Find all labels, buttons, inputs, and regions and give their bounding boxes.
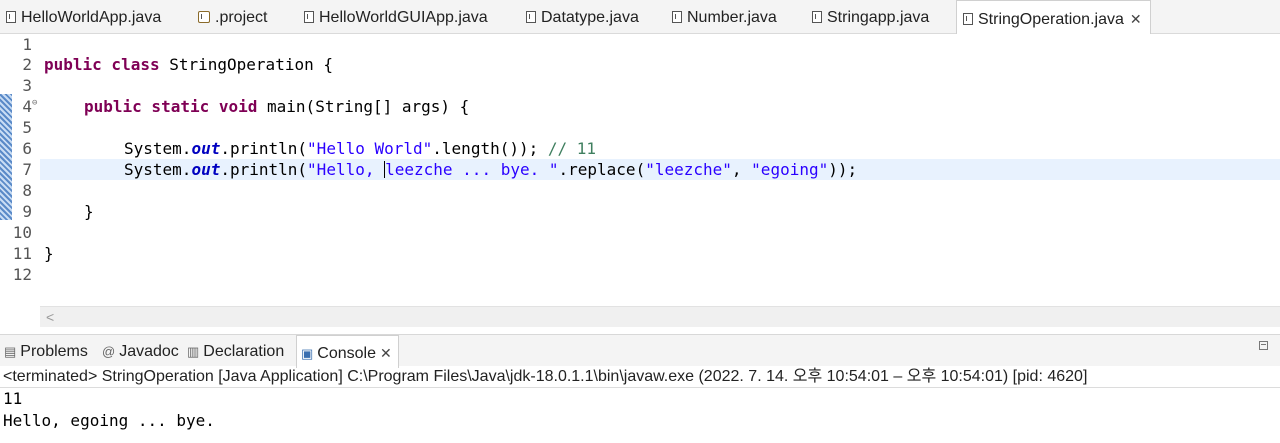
- tab-label: StringOperation.java: [978, 11, 1124, 28]
- console-status: <terminated> StringOperation [Java Appli…: [0, 366, 1280, 388]
- line-number-gutter: 1 2 3 4 5 6 7 8 9 10 11 12 ⊖: [0, 34, 40, 304]
- line-number: 12: [12, 265, 32, 284]
- horizontal-scrollbar[interactable]: <: [40, 306, 1280, 327]
- line-number: 10: [12, 223, 32, 242]
- declaration-icon: ▥: [187, 344, 200, 359]
- close-icon[interactable]: ✕: [380, 345, 392, 361]
- tab-datatype[interactable]: Datatype.java: [526, 0, 639, 34]
- at-icon: @: [102, 344, 116, 359]
- code-editor[interactable]: 1 2 3 4 5 6 7 8 9 10 11 12 ⊖ public clas…: [0, 34, 1280, 304]
- code-line-2: public class StringOperation {: [44, 55, 333, 74]
- problems-icon: ▤: [4, 344, 17, 359]
- tab-project[interactable]: .project: [198, 0, 267, 34]
- line-number: 6: [22, 139, 32, 158]
- tab-declaration[interactable]: ▥ Declaration: [187, 335, 284, 367]
- tab-stringapp[interactable]: Stringapp.java: [812, 0, 929, 34]
- java-file-icon: [812, 11, 822, 23]
- code-line-11: }: [44, 244, 54, 263]
- line-number: 8: [22, 181, 32, 200]
- close-icon[interactable]: ✕: [1130, 11, 1142, 27]
- tab-label: Stringapp.java: [827, 9, 930, 26]
- java-file-icon: [526, 11, 536, 23]
- line-number: 3: [22, 76, 32, 95]
- tab-number[interactable]: Number.java: [672, 0, 777, 34]
- tab-helloworldapp[interactable]: HelloWorldApp.java: [6, 0, 161, 34]
- code-line-7: System.out.println("Hello, leezche ... b…: [124, 160, 858, 179]
- java-file-icon: [304, 11, 314, 23]
- scroll-left-icon[interactable]: <: [46, 307, 54, 327]
- console-output-line: Hello, egoing ... bye.: [3, 411, 215, 430]
- tab-label: .project: [215, 9, 268, 26]
- tab-javadoc[interactable]: @ Javadoc: [102, 335, 179, 367]
- editor-tab-bar: HelloWorldApp.java .project HelloWorldGU…: [0, 0, 1280, 35]
- code-line-6: System.out.println("Hello World".length(…: [124, 139, 597, 158]
- tab-stringoperation[interactable]: StringOperation.java ✕: [956, 0, 1151, 35]
- line-number: 1: [22, 35, 32, 54]
- line-number: 11: [12, 244, 32, 263]
- tab-problems[interactable]: ▤ Problems: [4, 335, 88, 367]
- tab-helloworldguiapp[interactable]: HelloWorldGUIApp.java: [304, 0, 488, 34]
- code-line-9: }: [84, 202, 94, 221]
- line-number: 5: [22, 118, 32, 137]
- bottom-panel-tab-bar: ▤ Problems @ Javadoc ▥ Declaration ▣ Console…: [0, 334, 1280, 368]
- fold-toggle-icon[interactable]: ⊖: [32, 98, 37, 108]
- tab-label: Datatype.java: [541, 9, 639, 26]
- tab-label: Number.java: [687, 9, 777, 26]
- tab-label: HelloWorldGUIApp.java: [319, 9, 488, 26]
- line-number: 7: [22, 160, 32, 179]
- java-file-icon: [672, 11, 682, 23]
- console-output-line: 11: [3, 389, 23, 408]
- minimize-icon[interactable]: [1259, 341, 1268, 350]
- tab-label: HelloWorldApp.java: [21, 9, 162, 26]
- line-number: 4: [22, 97, 32, 116]
- project-file-icon: [198, 11, 210, 23]
- line-number: 2: [22, 55, 32, 74]
- tab-console[interactable]: ▣ Console ✕: [296, 335, 399, 368]
- java-file-icon: [963, 13, 973, 25]
- java-file-icon: [6, 11, 16, 23]
- code-line-4: public static void main(String[] args) {: [84, 97, 470, 116]
- line-number: 9: [22, 202, 32, 221]
